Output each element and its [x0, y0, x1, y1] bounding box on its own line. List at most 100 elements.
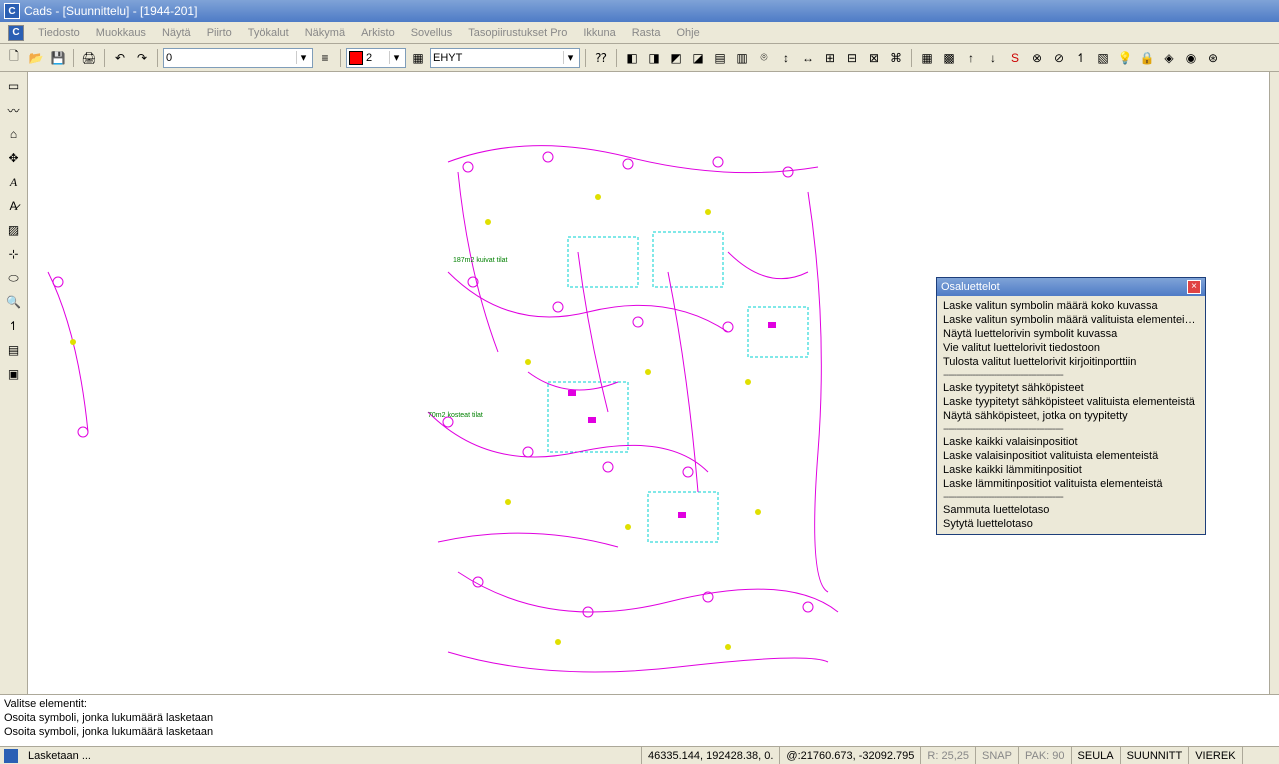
popup-item[interactable]: Laske kaikki lämmitinpositiot — [943, 463, 1199, 477]
menu-nakyma[interactable]: Näkymä — [297, 25, 353, 41]
tool-icon[interactable]: 💡 — [1115, 48, 1135, 68]
tool-icon[interactable]: ↓ — [983, 48, 1003, 68]
status-pak[interactable]: PAK: 90 — [1019, 747, 1072, 764]
tool-icon[interactable]: 🔒 — [1137, 48, 1157, 68]
chevron-down-icon: ▾ — [296, 51, 310, 64]
tool-icon[interactable]: ↔ — [798, 48, 818, 68]
grid-tool-icon[interactable]: ⊹ — [4, 244, 24, 264]
popup-item[interactable]: Laske kaikki valaisinpositiot — [943, 435, 1199, 449]
save-file-icon[interactable]: 💾 — [48, 48, 68, 68]
status-vierek[interactable]: VIEREK — [1189, 747, 1242, 764]
tool-icon[interactable]: ◈ — [1159, 48, 1179, 68]
status-snap[interactable]: SNAP — [976, 747, 1019, 764]
linetype-combo-value: EHYT — [433, 52, 563, 64]
window-title: Cads - [Suunnittelu] - [1944-201] — [24, 4, 197, 18]
rect-tool-icon[interactable]: ▭ — [4, 76, 24, 96]
menu-ikkuna[interactable]: Ikkuna — [575, 25, 623, 41]
path-tool-icon[interactable]: ↿ — [4, 316, 24, 336]
popup-item[interactable]: Sytytä luettelotaso — [943, 517, 1199, 531]
menu-tasopiirustukset[interactable]: Tasopiirustukset Pro — [460, 25, 575, 41]
popup-item[interactable]: Vie valitut luettelorivit tiedostoon — [943, 341, 1199, 355]
drawing-canvas[interactable]: 187m2 kuivat tilat 70m2 kosteat tilat Os… — [28, 72, 1269, 694]
popup-item[interactable]: Näytä sähköpisteet, jotka on tyypitetty — [943, 409, 1199, 423]
popup-item[interactable]: Sammuta luettelotaso — [943, 503, 1199, 517]
popup-item[interactable]: Laske valaisinpositiot valituista elemen… — [943, 449, 1199, 463]
popup-item[interactable]: Näytä luettelorivin symbolit kuvassa — [943, 327, 1199, 341]
zoom-tool-icon[interactable]: 🔍 — [4, 292, 24, 312]
app-logo-icon: C — [4, 3, 20, 19]
tool-icon[interactable]: ▧ — [1093, 48, 1113, 68]
edit-text-icon[interactable]: A̷ — [4, 196, 24, 216]
open-file-icon[interactable]: 📂 — [26, 48, 46, 68]
tool-icon[interactable]: ▩ — [939, 48, 959, 68]
menu-arkisto[interactable]: Arkisto — [353, 25, 403, 41]
menu-tiedosto[interactable]: Tiedosto — [30, 25, 88, 41]
linetype-combo[interactable]: EHYT ▾ — [430, 48, 580, 68]
tool-icon[interactable]: ⊠ — [864, 48, 884, 68]
close-icon[interactable]: × — [1187, 280, 1201, 294]
menu-tyokalut[interactable]: Työkalut — [240, 25, 297, 41]
popup-item[interactable]: Laske tyypitetyt sähköpisteet — [943, 381, 1199, 395]
home-tool-icon[interactable]: ⌂ — [4, 124, 24, 144]
tool-icon[interactable]: ⊘ — [1049, 48, 1069, 68]
tool-icon[interactable]: ⊞ — [820, 48, 840, 68]
popup-item[interactable]: Laske valitun symbolin määrä koko kuvass… — [943, 299, 1199, 313]
status-bar: Lasketaan ... 46335.144, 192428.38, 0. @… — [0, 746, 1279, 764]
status-suunnitt[interactable]: SUUNNITT — [1121, 747, 1190, 764]
color-settings-icon[interactable]: ▦ — [408, 48, 428, 68]
tool-icon[interactable]: ↕ — [776, 48, 796, 68]
tool-icon[interactable]: ◧ — [622, 48, 642, 68]
tool-icon[interactable]: ▦ — [917, 48, 937, 68]
popup-item[interactable]: Laske lämmitinpositiot valituista elemen… — [943, 477, 1199, 491]
calc-tool-icon[interactable]: ▣ — [4, 364, 24, 384]
ellipse-tool-icon[interactable]: ⬭ — [4, 268, 24, 288]
polyline-tool-icon[interactable]: 〰 — [4, 100, 24, 120]
menu-nayta[interactable]: Näytä — [154, 25, 199, 41]
layer-combo[interactable]: 0 ▾ — [163, 48, 313, 68]
tool-icon[interactable]: ↿ — [1071, 48, 1091, 68]
menu-piirto[interactable]: Piirto — [199, 25, 240, 41]
move-tool-icon[interactable]: ✥ — [4, 148, 24, 168]
room-label: 187m2 kuivat tilat — [453, 257, 508, 264]
new-file-icon[interactable]: 🗋 — [4, 48, 24, 68]
tool-icon[interactable]: ◨ — [644, 48, 664, 68]
menu-sovellus[interactable]: Sovellus — [403, 25, 461, 41]
tool-icon[interactable]: ▤ — [710, 48, 730, 68]
status-coords2: @:21760.673, -32092.795 — [780, 747, 921, 764]
hatch-tool-icon[interactable]: ▨ — [4, 220, 24, 240]
list-tool-icon[interactable]: ▤ — [4, 340, 24, 360]
tool-icon[interactable]: ↑ — [961, 48, 981, 68]
menu-muokkaus[interactable]: Muokkaus — [88, 25, 154, 41]
tool-icon[interactable]: ⊛ — [1203, 48, 1223, 68]
help-pointer-icon[interactable]: ⁇ — [591, 48, 611, 68]
popup-titlebar[interactable]: Osaluettelot × — [937, 278, 1205, 296]
print-icon[interactable]: 🖨 — [79, 48, 99, 68]
tool-icon[interactable]: S — [1005, 48, 1025, 68]
tool-icon[interactable]: ▥ — [732, 48, 752, 68]
menu-ohje[interactable]: Ohje — [668, 25, 707, 41]
command-line[interactable]: Valitse elementit: Osoita symboli, jonka… — [0, 694, 1279, 746]
tool-icon[interactable]: ◪ — [688, 48, 708, 68]
layer-settings-icon[interactable]: ≡ — [315, 48, 335, 68]
popup-item[interactable]: Laske valitun symbolin määrä valituista … — [943, 313, 1199, 327]
tool-icon[interactable]: ◩ — [666, 48, 686, 68]
popup-item[interactable]: Tulosta valitut luettelorivit kirjoitinp… — [943, 355, 1199, 369]
tool-icon[interactable]: ⌾ — [754, 48, 774, 68]
color-combo[interactable]: 2 ▾ — [346, 48, 406, 68]
popup-item[interactable]: Laske tyypitetyt sähköpisteet valituista… — [943, 395, 1199, 409]
tool-icon[interactable]: ⊟ — [842, 48, 862, 68]
text-tool-icon[interactable]: A — [4, 172, 24, 192]
color-swatch-icon — [349, 51, 363, 65]
tool-icon[interactable]: ⌘ — [886, 48, 906, 68]
tool-icon[interactable]: ⊗ — [1027, 48, 1047, 68]
redo-icon[interactable]: ↷ — [132, 48, 152, 68]
status-logo-icon — [4, 749, 18, 763]
popup-divider: ----------------------------------------… — [943, 369, 1199, 381]
status-seula[interactable]: SEULA — [1072, 747, 1121, 764]
room-label: 70m2 kosteat tilat — [428, 412, 483, 419]
tool-icon[interactable]: ◉ — [1181, 48, 1201, 68]
menu-rasta[interactable]: Rasta — [624, 25, 669, 41]
color-combo-value: 2 — [363, 52, 389, 64]
doc-logo-icon: C — [8, 25, 24, 41]
undo-icon[interactable]: ↶ — [110, 48, 130, 68]
